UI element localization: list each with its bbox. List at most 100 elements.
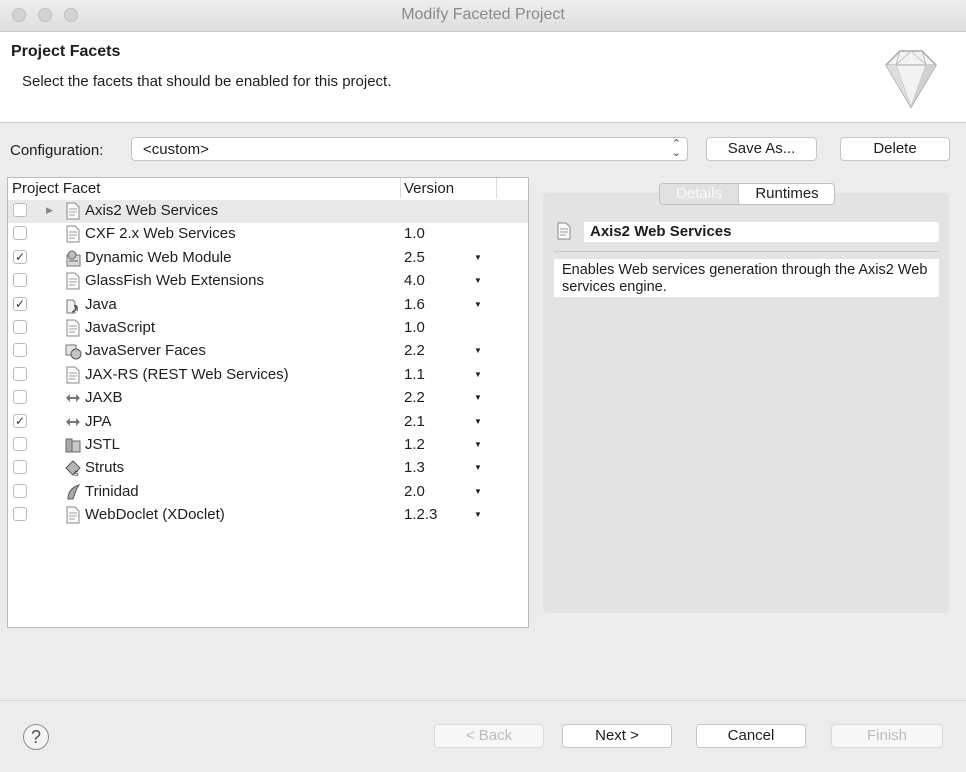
facet-version[interactable]: 1.3 [404, 459, 425, 476]
facet-version[interactable]: 1.2 [404, 436, 425, 453]
facet-row[interactable]: ✓ JPA 2.1 ▼ [8, 411, 528, 434]
struts-icon: s [65, 460, 81, 477]
facet-row[interactable]: ✓ Dynamic Web Module 2.5 ▼ [8, 247, 528, 270]
gem-icon [885, 50, 937, 109]
facet-version[interactable]: 1.2.3 [404, 506, 437, 523]
facet-checkbox[interactable] [13, 390, 27, 405]
tab-details[interactable]: Details [660, 184, 738, 204]
version-dropdown-icon[interactable]: ▼ [474, 417, 482, 426]
svg-text:s: s [74, 468, 79, 477]
facet-checkbox[interactable]: ✓ [13, 413, 27, 428]
facet-version[interactable]: 4.0 [404, 272, 425, 289]
version-dropdown-icon[interactable]: ▼ [474, 276, 482, 285]
facet-checkbox[interactable] [13, 366, 27, 381]
facet-name: Struts [85, 459, 125, 477]
version-dropdown-icon[interactable]: ▼ [474, 487, 482, 496]
facet-checkbox[interactable] [13, 343, 27, 358]
facet-row[interactable]: WebDoclet (XDoclet) 1.2.3 ▼ [8, 504, 528, 527]
tab-runtimes[interactable]: Runtimes [738, 184, 834, 204]
facet-checkbox[interactable] [13, 483, 27, 498]
save-as-button[interactable]: Save As... [706, 137, 817, 161]
facet-row[interactable]: ▶ Axis2 Web Services [8, 200, 528, 223]
facet-name: WebDoclet (XDoclet) [85, 506, 225, 524]
facet-checkbox[interactable] [13, 203, 27, 217]
facet-version: 1.0 [404, 319, 425, 336]
web-module-icon [66, 250, 81, 267]
facet-version[interactable]: 2.2 [404, 342, 425, 359]
details-title: Axis2 Web Services [584, 222, 939, 242]
facet-checkbox[interactable] [13, 460, 27, 475]
facet-row[interactable]: CXF 2.x Web Services 1.0 [8, 223, 528, 246]
chevron-updown-icon: ⌃ ⌄ [671, 138, 681, 159]
facet-checkbox[interactable] [13, 437, 27, 451]
facet-version[interactable]: 1.6 [404, 296, 425, 313]
cancel-button[interactable]: Cancel [696, 724, 806, 748]
facet-name: Axis2 Web Services [85, 202, 219, 219]
version-dropdown-icon[interactable]: ▼ [474, 370, 482, 379]
faces-icon [65, 344, 82, 360]
facet-row[interactable]: s Struts 1.3 ▼ [8, 457, 528, 480]
facet-name: JavaServer Faces [85, 342, 206, 360]
page-icon [66, 366, 80, 384]
java-icon [66, 299, 78, 314]
page-icon [66, 202, 80, 220]
details-panel [543, 193, 949, 613]
facet-version[interactable]: 2.2 [404, 389, 425, 406]
facet-row[interactable]: ✓ Java 1.6 ▼ [8, 294, 528, 317]
facet-checkbox[interactable] [13, 226, 27, 241]
version-dropdown-icon[interactable]: ▼ [474, 440, 482, 449]
help-button[interactable]: ? [23, 724, 49, 750]
version-dropdown-icon[interactable]: ▼ [474, 510, 482, 519]
jstl-icon [65, 438, 81, 453]
facet-row[interactable]: JavaServer Faces 2.2 ▼ [8, 340, 528, 363]
back-button[interactable]: < Back [434, 724, 544, 748]
facet-version[interactable]: 1.1 [404, 366, 425, 383]
facet-version[interactable]: 2.5 [404, 249, 425, 266]
next-button[interactable]: Next > [562, 724, 672, 748]
version-dropdown-icon[interactable]: ▼ [474, 253, 482, 262]
expand-triangle-icon[interactable]: ▶ [46, 205, 53, 216]
column-header-version[interactable]: Version [404, 180, 454, 197]
facet-row[interactable]: JSTL 1.2 ▼ [8, 434, 528, 457]
facet-version[interactable]: 2.1 [404, 413, 425, 430]
column-divider[interactable] [400, 178, 401, 198]
facet-version[interactable]: 2.0 [404, 483, 425, 500]
version-dropdown-icon[interactable]: ▼ [474, 463, 482, 472]
facet-name: CXF 2.x Web Services [85, 225, 236, 243]
delete-button[interactable]: Delete [840, 137, 950, 161]
facet-row[interactable]: JAXB 2.2 ▼ [8, 387, 528, 410]
page-icon [557, 222, 571, 240]
finish-button[interactable]: Finish [831, 724, 943, 748]
facet-row[interactable]: Trinidad 2.0 ▼ [8, 481, 528, 504]
details-description: Enables Web services generation through … [554, 259, 939, 297]
facet-checkbox[interactable]: ✓ [13, 249, 27, 264]
facet-checkbox[interactable] [13, 273, 27, 288]
configuration-select[interactable]: <custom> ⌃ ⌄ [131, 137, 688, 161]
facet-name: Dynamic Web Module [85, 248, 232, 266]
facet-name: Java [85, 295, 117, 313]
page-icon [66, 225, 80, 243]
version-dropdown-icon[interactable]: ▼ [474, 346, 482, 355]
column-header-project-facet[interactable]: Project Facet [12, 180, 100, 197]
page-subtitle: Select the facets that should be enabled… [22, 73, 392, 90]
facet-name: Trinidad [85, 482, 139, 500]
configuration-label: Configuration: [10, 142, 104, 159]
facet-checkbox[interactable] [13, 320, 27, 334]
details-header: Axis2 Web Services [556, 222, 939, 242]
version-dropdown-icon[interactable]: ▼ [474, 300, 482, 309]
page-icon [66, 506, 80, 524]
facet-name: JSTL [85, 436, 121, 453]
column-divider[interactable] [496, 178, 497, 198]
facet-checkbox[interactable] [13, 507, 27, 522]
facet-row[interactable]: JavaScript 1.0 [8, 317, 528, 340]
facet-checkbox[interactable]: ✓ [13, 296, 27, 311]
footer-divider [0, 700, 966, 701]
bidirectional-arrow-icon [66, 417, 80, 426]
configuration-value: <custom> [143, 141, 209, 158]
version-dropdown-icon[interactable]: ▼ [474, 393, 482, 402]
facet-name: JAX-RS (REST Web Services) [85, 365, 289, 383]
facet-row[interactable]: GlassFish Web Extensions 4.0 ▼ [8, 270, 528, 293]
facet-name: JAXB [85, 389, 123, 407]
facet-row[interactable]: JAX-RS (REST Web Services) 1.1 ▼ [8, 364, 528, 387]
table-header: Project Facet Version [8, 178, 528, 201]
